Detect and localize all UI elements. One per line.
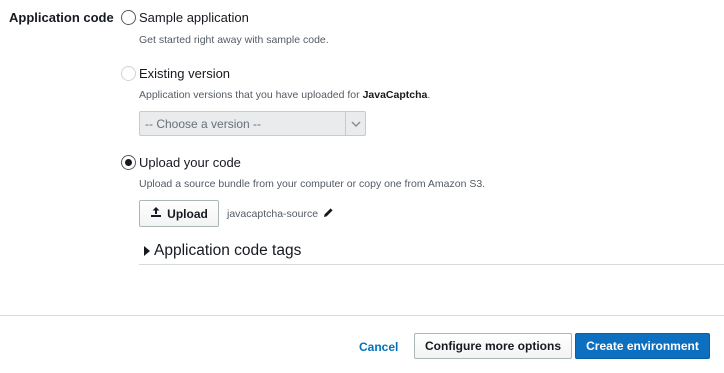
upload-button[interactable]: Upload — [139, 200, 219, 227]
footer-divider — [0, 315, 724, 316]
create-environment-button[interactable]: Create environment — [575, 333, 710, 359]
chevron-down-icon — [345, 112, 365, 135]
divider — [139, 264, 724, 265]
radio-upload-code[interactable]: Upload your code — [121, 155, 241, 170]
radio-existing-version[interactable]: Existing version — [121, 66, 230, 81]
radio-label-sample: Sample application — [139, 10, 249, 25]
pencil-icon[interactable] — [318, 207, 334, 221]
upload-icon — [150, 206, 167, 221]
existing-description-suffix: . — [427, 89, 431, 101]
radio-sample-application[interactable]: Sample application — [121, 10, 249, 25]
radio-label-existing: Existing version — [139, 66, 231, 81]
uploaded-file: javacaptcha-source — [227, 207, 334, 221]
caret-right-icon — [144, 246, 150, 256]
radio-label-upload: Upload your code — [139, 155, 241, 170]
existing-description-prefix: Application versions that you have uploa… — [139, 89, 363, 101]
application-name: JavaCaptcha — [362, 89, 428, 101]
version-select-value: -- Choose a version -- — [145, 116, 262, 131]
sample-description: Get started right away with sample code. — [139, 34, 329, 46]
application-code-label: Application code — [9, 10, 114, 25]
radio-button[interactable] — [121, 66, 136, 81]
version-select[interactable]: -- Choose a version -- — [139, 111, 366, 136]
existing-description: Application versions that you have uploa… — [139, 89, 430, 101]
radio-button[interactable] — [121, 155, 136, 170]
cancel-link[interactable]: Cancel — [359, 340, 398, 354]
upload-description: Upload a source bundle from your compute… — [139, 178, 486, 190]
application-code-tags-label: Application code tags — [154, 242, 302, 259]
upload-button-label: Upload — [167, 206, 208, 221]
application-code-tags-toggle[interactable]: Application code tags — [144, 242, 301, 260]
uploaded-file-name: javacaptcha-source — [227, 208, 319, 220]
configure-more-options-button[interactable]: Configure more options — [414, 333, 572, 359]
radio-button[interactable] — [121, 10, 136, 25]
